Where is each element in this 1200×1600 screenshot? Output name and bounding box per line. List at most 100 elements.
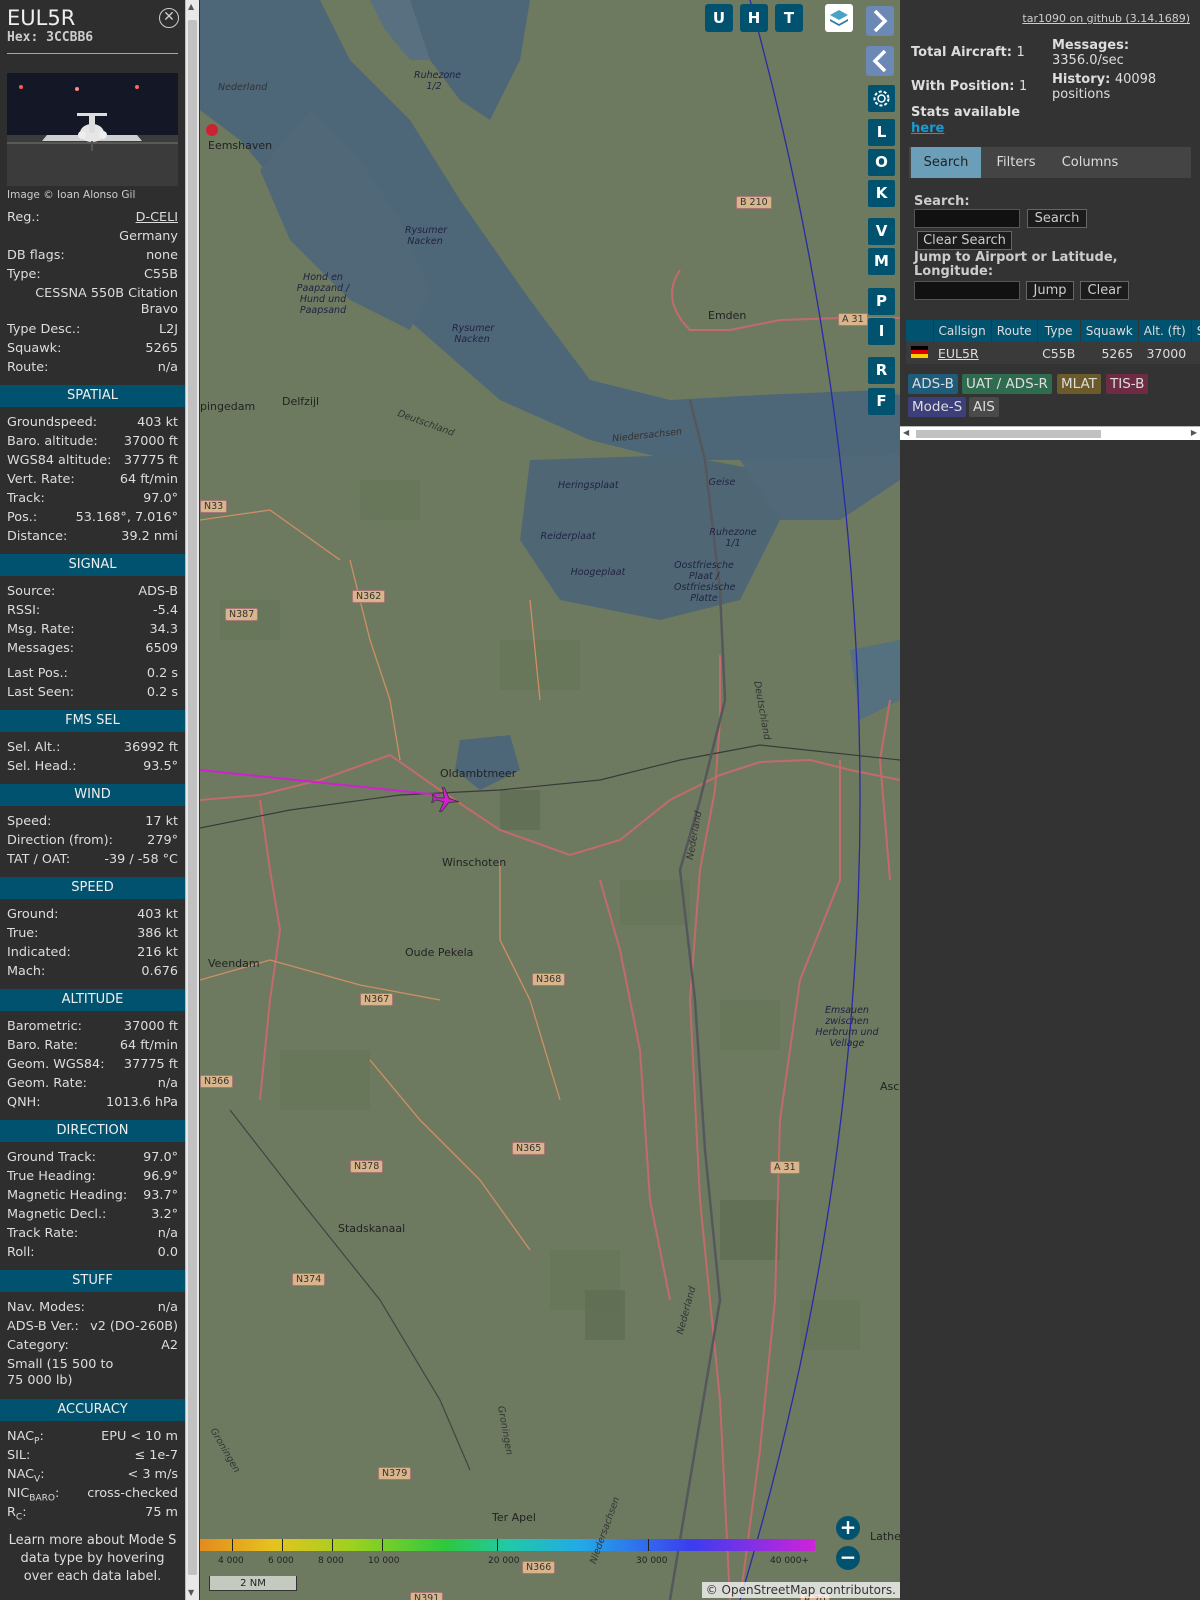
- row-label[interactable]: Speed:: [7, 812, 51, 831]
- row-label[interactable]: Geom. WGS84:: [7, 1055, 105, 1074]
- row-label[interactable]: Last Pos.:: [7, 664, 68, 683]
- map-button-i[interactable]: I: [868, 318, 895, 345]
- scroll-right-icon[interactable]: ▶: [1191, 428, 1197, 437]
- row-label[interactable]: True:: [7, 924, 39, 943]
- row-value: cross-checked: [87, 1486, 178, 1501]
- registration-link[interactable]: D-CELI: [136, 208, 178, 227]
- zoom-in-button[interactable]: +: [836, 1516, 860, 1540]
- row-label[interactable]: Messages:: [7, 639, 74, 658]
- row-label[interactable]: QNH:: [7, 1093, 41, 1112]
- map-button-k[interactable]: K: [868, 180, 895, 207]
- row-label[interactable]: Baro. Rate:: [7, 1036, 78, 1055]
- row-label[interactable]: Ground:: [7, 905, 58, 924]
- row-label[interactable]: TAT / OAT:: [7, 850, 70, 869]
- row-label[interactable]: Direction (from):: [7, 831, 113, 850]
- layers-icon[interactable]: [825, 4, 853, 32]
- row-label[interactable]: Sel. Alt.:: [7, 738, 60, 757]
- row-label[interactable]: Indicated:: [7, 943, 71, 962]
- row-label[interactable]: Baro. altitude:: [7, 432, 98, 451]
- row-label[interactable]: Vert. Rate:: [7, 470, 75, 489]
- map-button-o[interactable]: O: [868, 149, 895, 176]
- row-label[interactable]: True Heading:: [7, 1167, 96, 1186]
- search-input[interactable]: [914, 209, 1020, 228]
- tab-columns[interactable]: Columns: [1050, 147, 1130, 178]
- aircraft-photo[interactable]: [7, 73, 178, 186]
- row-label[interactable]: WGS84 altitude:: [7, 451, 111, 470]
- row-label[interactable]: Track:: [7, 489, 45, 508]
- column-header-squawk[interactable]: Squawk: [1080, 320, 1139, 342]
- map-button-p[interactable]: P: [868, 288, 895, 315]
- row-label[interactable]: Mach:: [7, 962, 45, 981]
- map-button-v[interactable]: V: [868, 218, 895, 245]
- scrollbar-thumb[interactable]: [188, 20, 197, 1575]
- row-label[interactable]: Msg. Rate:: [7, 620, 75, 639]
- row-label[interactable]: Pos.:: [7, 508, 37, 527]
- column-header-type[interactable]: Type: [1037, 320, 1081, 342]
- callsign-cell[interactable]: EUL5R: [933, 342, 992, 364]
- map-button-h[interactable]: H: [740, 4, 768, 32]
- row-label[interactable]: Barometric:: [7, 1017, 82, 1036]
- row-label[interactable]: Last Seen:: [7, 683, 74, 702]
- row-label[interactable]: RSSI:: [7, 601, 40, 620]
- row-label[interactable]: Track Rate:: [7, 1224, 78, 1243]
- row-value: -5.4: [153, 603, 178, 618]
- row-label[interactable]: Magnetic Heading:: [7, 1186, 127, 1205]
- row-label[interactable]: Roll:: [7, 1243, 35, 1262]
- search-button[interactable]: Search: [1027, 209, 1087, 228]
- place-label: Winschoten: [442, 856, 507, 869]
- column-header-spd-[interactable]: Spd.: [1191, 320, 1200, 342]
- row-value: 279°: [147, 833, 178, 848]
- row-label[interactable]: Small (15 500 to 75 000 lb): [7, 1357, 127, 1389]
- jump-input[interactable]: [914, 281, 1020, 300]
- map-button-u[interactable]: U: [705, 4, 733, 32]
- row-label[interactable]: NACV:: [7, 1465, 45, 1485]
- row-label[interactable]: SIL:: [7, 1446, 30, 1465]
- scroll-left-icon[interactable]: ◀: [903, 428, 909, 437]
- map-button-l[interactable]: L: [868, 119, 895, 146]
- version-link[interactable]: tar1090 on github (3.14.1689): [1022, 12, 1190, 25]
- map-canvas: [200, 0, 900, 1600]
- scroll-up-icon[interactable]: ▲: [188, 2, 194, 11]
- row-label[interactable]: Distance:: [7, 527, 67, 546]
- row-label[interactable]: NICBARO:: [7, 1484, 59, 1504]
- row-label[interactable]: Source:: [7, 582, 55, 601]
- clear-button[interactable]: Clear: [1080, 281, 1129, 300]
- map-button-t[interactable]: T: [775, 4, 803, 32]
- row-label[interactable]: Sel. Head.:: [7, 757, 77, 776]
- table-horizontal-scrollbar[interactable]: ◀ ▶: [900, 426, 1200, 440]
- map-button-m[interactable]: M: [868, 248, 895, 275]
- gear-icon[interactable]: [868, 85, 895, 112]
- row-label[interactable]: Magnetic Decl.:: [7, 1205, 106, 1224]
- scroll-down-icon[interactable]: ▼: [188, 1588, 194, 1597]
- data-row: Speed: 17 kt: [0, 812, 185, 831]
- map-button-f[interactable]: F: [868, 388, 895, 415]
- column-header-alt-ft-[interactable]: Alt. (ft): [1138, 320, 1192, 342]
- tab-filters[interactable]: Filters: [986, 147, 1046, 178]
- stats-link[interactable]: here: [911, 121, 944, 136]
- row-label[interactable]: RC:: [7, 1503, 27, 1523]
- hscroll-thumb[interactable]: [916, 430, 1101, 438]
- column-header-callsign[interactable]: Callsign: [933, 320, 992, 342]
- row-label[interactable]: NACP:: [7, 1427, 44, 1447]
- map-button-r[interactable]: R: [868, 357, 895, 384]
- sidebar-scrollbar[interactable]: ▲ ▼: [185, 0, 199, 1600]
- water-label: Oostfriesche Plaat / Ostfriesische Platt…: [674, 560, 736, 604]
- chevron-right-icon[interactable]: [866, 6, 894, 36]
- zoom-out-button[interactable]: −: [836, 1546, 860, 1570]
- row-label[interactable]: Geom. Rate:: [7, 1074, 87, 1093]
- close-icon[interactable]: ✕: [159, 8, 179, 28]
- row-label[interactable]: ADS-B Ver.:: [7, 1317, 79, 1336]
- table-row[interactable]: EUL5R C55B 5265 37000: [906, 342, 1200, 364]
- row-label[interactable]: Category:: [7, 1336, 69, 1355]
- jump-button[interactable]: Jump: [1026, 281, 1074, 300]
- row-label[interactable]: Ground Track:: [7, 1148, 96, 1167]
- column-header-route[interactable]: Route: [991, 320, 1038, 342]
- callsign-link[interactable]: EUL5R: [938, 346, 979, 361]
- map-view[interactable]: Emden Delfzijl Winschoten Oude Pekela Veenda…: [200, 0, 900, 1600]
- chevron-left-icon[interactable]: [866, 46, 894, 76]
- row-label[interactable]: Groundspeed:: [7, 413, 97, 432]
- clear-search-button[interactable]: Clear Search: [917, 231, 1012, 250]
- legend-tick: [382, 1539, 383, 1551]
- row-label[interactable]: Nav. Modes:: [7, 1298, 85, 1317]
- tab-search[interactable]: Search: [911, 147, 981, 178]
